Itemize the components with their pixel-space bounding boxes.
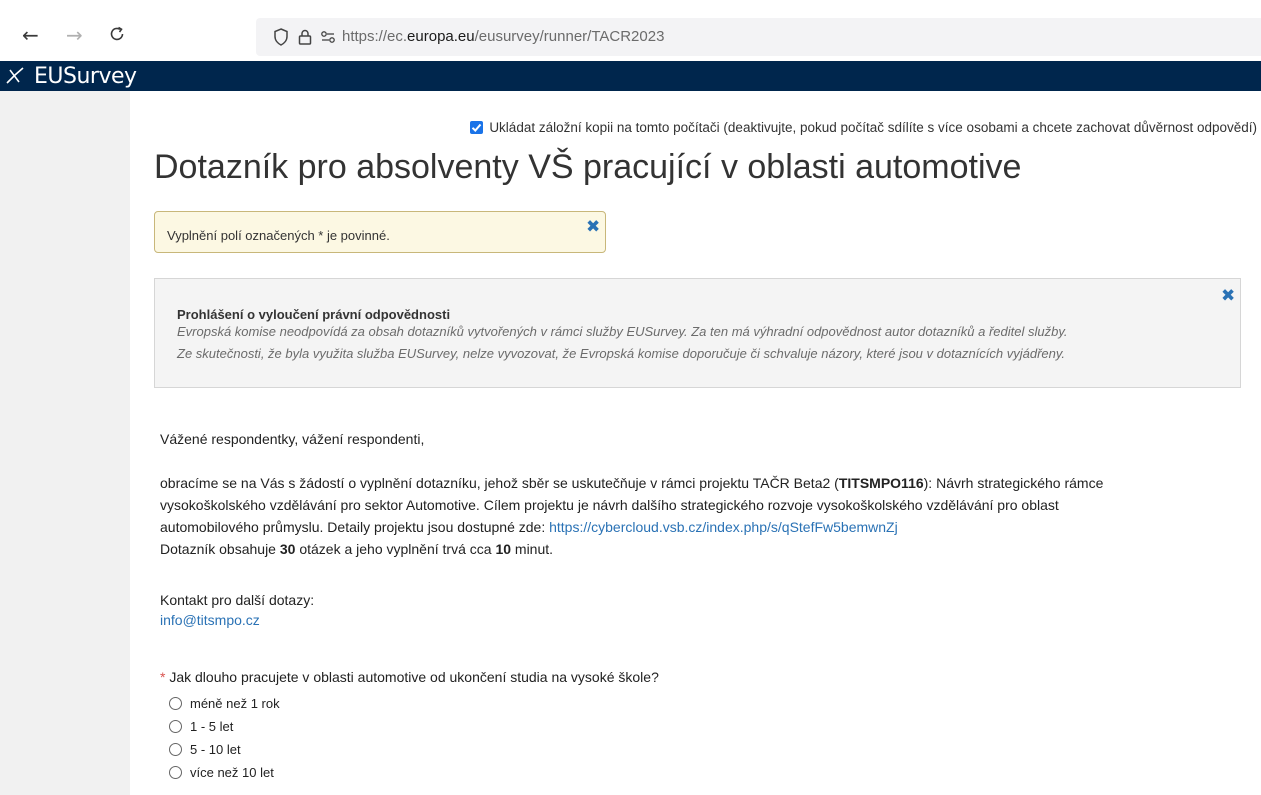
count-text-a: Dotazník obsahuje — [160, 541, 280, 557]
close-disclaimer-icon[interactable]: ✖ — [1221, 288, 1235, 305]
radio-button[interactable] — [169, 743, 182, 756]
required-notice-text: Vyplnění polí označených * je povinné. — [167, 228, 390, 243]
legal-disclaimer: ✖ Prohlášení o vyloučení právní odpovědn… — [154, 278, 1241, 388]
required-mark: * — [160, 669, 166, 685]
count-text-c: minut. — [511, 541, 554, 557]
question-1: * Jak dlouho pracujete v oblasti automot… — [160, 669, 659, 685]
eusurvey-logo-text[interactable]: EUSurvey — [34, 64, 137, 89]
url-domain: europa.eu — [407, 28, 475, 45]
backup-checkbox-row[interactable]: Ukládat záložní kopii na tomto počítači … — [470, 120, 1257, 135]
radio-button[interactable] — [169, 697, 182, 710]
shield-icon[interactable] — [271, 27, 291, 47]
intro-greeting: Vážené respondentky, vážení respondenti, — [160, 431, 425, 447]
intro-paragraph-line-2: vysokoškolského vzdělávání pro sektor Au… — [160, 497, 1059, 513]
question-count: 30 — [279, 541, 296, 557]
intro-p1-text-a: obracíme se na Vás s žádostí o vyplnění … — [160, 475, 839, 491]
option-label: 5 - 10 let — [190, 742, 241, 757]
left-rail — [0, 91, 130, 795]
contact-label: Kontakt pro další dotazy: — [160, 592, 315, 608]
intro-paragraph-line-1: obracíme se na Vás s žádostí o vyplnění … — [160, 473, 1103, 493]
option-label: více než 10 let — [190, 765, 274, 780]
required-fields-notice: Vyplnění polí označených * je povinné. ✖ — [154, 211, 606, 253]
duration-minutes: 10 — [495, 541, 512, 557]
contact-email-link[interactable]: info@titsmpo.cz — [160, 612, 260, 628]
disclaimer-line-2: Ze skutečnosti, že byla využita služba E… — [177, 346, 1066, 361]
url-path: /eusurvey/runner/TACR2023 — [474, 28, 665, 45]
option-label: méně než 1 rok — [190, 696, 280, 711]
survey-length-info: Dotazník obsahuje 30 otázek a jeho vypln… — [160, 539, 553, 559]
url-text[interactable]: https://ec.europa.eu/eusurvey/runner/TAC… — [342, 28, 664, 45]
backup-checkbox[interactable] — [470, 121, 484, 134]
survey-title: Dotazník pro absolventy VŠ pracující v o… — [154, 148, 1022, 186]
count-text-b: otázek a jeho vyplnění trvá cca — [295, 541, 496, 557]
intro-p1-text-b: ): Návrh strategického rámce — [923, 475, 1104, 491]
contact-email-row: info@titsmpo.cz — [160, 610, 260, 630]
back-arrow-icon[interactable]: ← — [22, 25, 39, 45]
radio-button[interactable] — [169, 720, 182, 733]
backup-label: Ukládat záložní kopii na tomto počítači … — [489, 120, 1257, 135]
permissions-icon[interactable] — [318, 27, 338, 47]
question-1-text: Jak dlouho pracujete v oblasti automotiv… — [169, 669, 659, 685]
forward-arrow-icon[interactable]: → — [66, 25, 83, 45]
project-code: TITSMPO116 — [838, 475, 924, 491]
project-link[interactable]: https://cybercloud.vsb.cz/index.php/s/qS… — [549, 519, 898, 535]
reload-icon[interactable] — [108, 25, 126, 46]
disclaimer-line-1: Evropská komise neodpovídá za obsah dota… — [177, 324, 1068, 339]
eusurvey-header: EUSurvey — [0, 61, 1261, 91]
option-1-5-years[interactable]: 1 - 5 let — [169, 719, 233, 734]
intro-paragraph-line-3: automobilového průmyslu. Detaily projekt… — [160, 517, 898, 537]
checkmark-icon — [472, 123, 482, 132]
option-5-10-years[interactable]: 5 - 10 let — [169, 742, 241, 757]
disclaimer-title: Prohlášení o vyloučení právní odpovědnos… — [177, 307, 451, 322]
option-less-than-1-year[interactable]: méně než 1 rok — [169, 696, 280, 711]
url-prefix: https://ec. — [342, 28, 408, 45]
intro-p1-line3-text: automobilového průmyslu. Detaily projekt… — [160, 519, 550, 535]
option-more-than-10-years[interactable]: více než 10 let — [169, 765, 274, 780]
address-bar[interactable]: https://ec.europa.eu/eusurvey/runner/TAC… — [256, 18, 1261, 56]
eusurvey-logo-icon — [6, 67, 24, 84]
radio-button[interactable] — [169, 766, 182, 779]
close-notice-icon[interactable]: ✖ — [586, 219, 600, 236]
browser-toolbar: ← → https://ec.europa.eu/eusurvey/runner… — [0, 0, 1261, 61]
lock-icon[interactable] — [295, 27, 315, 47]
option-label: 1 - 5 let — [190, 719, 234, 734]
